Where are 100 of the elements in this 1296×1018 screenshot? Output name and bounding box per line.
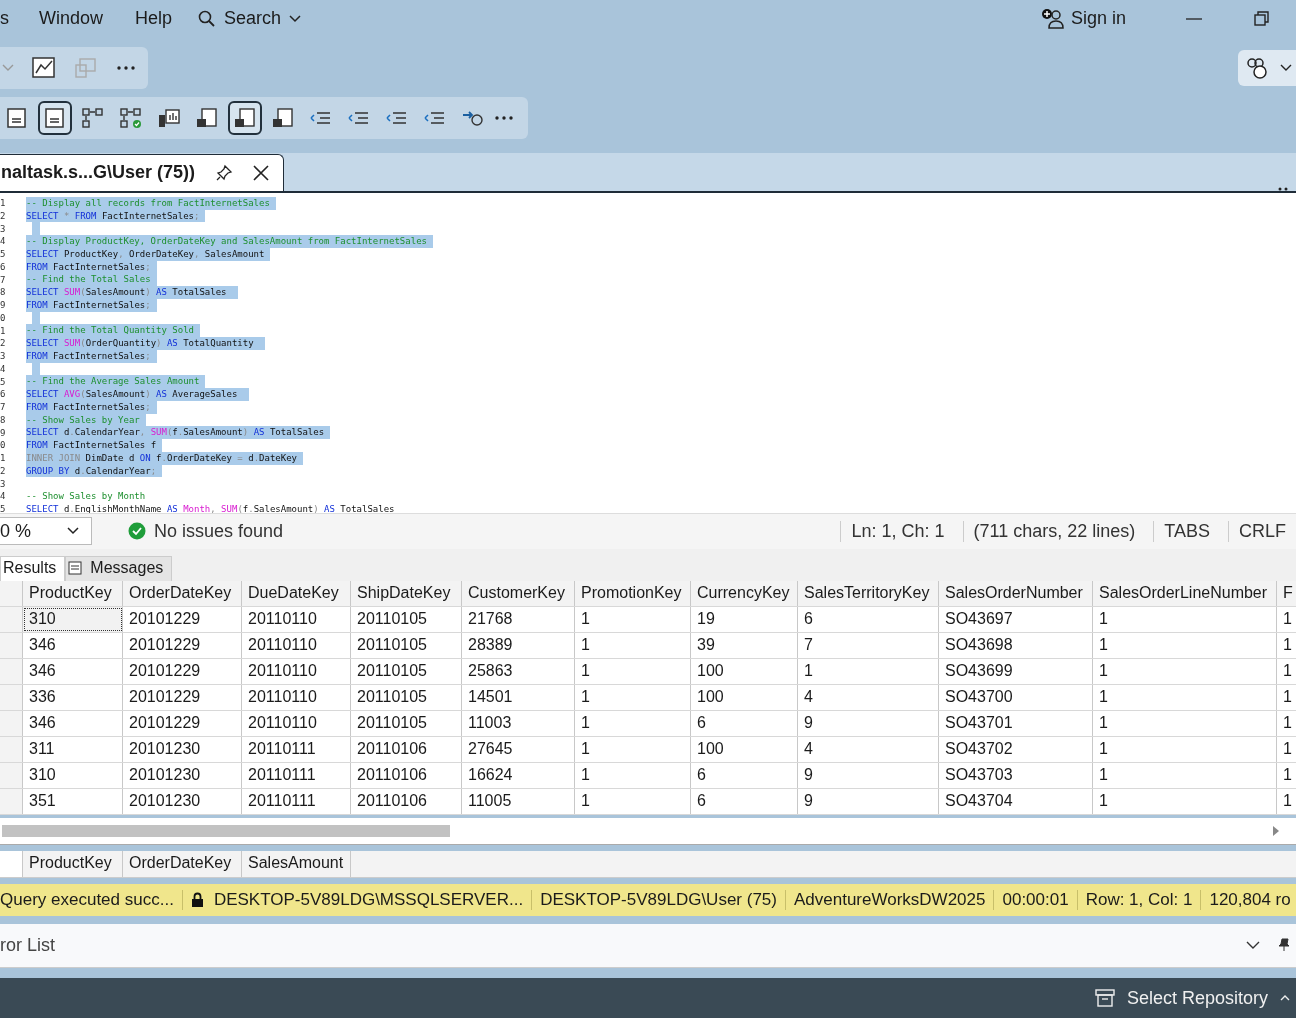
chart-icon[interactable] (32, 56, 56, 79)
table-cell: 20110105 (351, 685, 462, 711)
column-header[interactable]: SalesOrderLineNumber (1093, 581, 1277, 607)
column-header[interactable]: ProductKey (23, 850, 123, 877)
document-tab[interactable]: naltask.s...G\User (75)) (0, 153, 285, 191)
chart-icon (157, 107, 181, 130)
menu-item[interactable]: s (0, 8, 19, 30)
more-icon[interactable] (494, 115, 514, 122)
table-cell: 20110110 (242, 607, 351, 633)
table-cell: 1 (1277, 607, 1296, 633)
table-cell: 336 (23, 685, 123, 711)
column-header[interactable]: ProductKey (23, 581, 123, 607)
table-cell: 310 (23, 763, 123, 789)
table-cell: 20101230 (123, 789, 242, 815)
table-cell: 16624 (462, 763, 575, 789)
file-result-icon (271, 107, 295, 130)
table-cell: 6 (691, 763, 798, 789)
scrollbar-thumb[interactable] (2, 825, 450, 838)
table-cell: 20110106 (351, 763, 462, 789)
connect-check-icon (119, 107, 143, 130)
table-cell: 1 (575, 737, 691, 763)
column-header[interactable]: CustomerKey (462, 581, 575, 607)
chevron-icon (289, 14, 302, 23)
code-line: -- Show Sales by Month (26, 490, 147, 503)
zoom-dropdown[interactable]: 0 % (0, 517, 93, 546)
search-button[interactable]: Search (192, 8, 308, 30)
result-tab[interactable]: Messages (65, 556, 173, 582)
sign-in-button[interactable]: Sign in (1034, 6, 1132, 31)
issues-status: No issues found (154, 520, 284, 542)
pin-icon[interactable] (215, 163, 234, 182)
check-circle-icon (128, 522, 147, 541)
table-cell: 28389 (462, 633, 575, 659)
table-cell: 1 (1277, 659, 1296, 685)
table-cell: 100 (691, 659, 798, 685)
line-number: 0 (0, 312, 7, 323)
status-item: DESKTOP-5V89LDG\User (75) (532, 889, 786, 910)
table-cell: 6 (691, 711, 798, 737)
table-cell: 1 (575, 633, 691, 659)
table-cell: 20110110 (242, 633, 351, 659)
chevron-icon[interactable] (1280, 63, 1292, 72)
table-cell: 20101230 (123, 763, 242, 789)
status-item: Query executed succ... (0, 889, 183, 910)
line-number: 4 (0, 491, 7, 502)
column-header[interactable]: CurrencyKey (691, 581, 798, 607)
chevron-icon[interactable] (1246, 941, 1260, 950)
scroll-right-icon[interactable] (1272, 826, 1280, 837)
column-header[interactable]: F (1277, 581, 1296, 607)
line-number: 2 (0, 210, 7, 221)
people-icon[interactable] (1244, 55, 1270, 80)
column-header[interactable]: SalesTerritoryKey (798, 581, 939, 607)
table-cell: 1 (1093, 659, 1277, 685)
column-header[interactable]: SalesOrderNumber (939, 581, 1093, 607)
table-cell: 1 (1093, 737, 1277, 763)
table-cell: 20101229 (123, 685, 242, 711)
restore-icon[interactable] (1253, 9, 1271, 28)
more-icon[interactable] (1278, 186, 1288, 191)
column-header[interactable]: OrderDateKey (123, 581, 242, 607)
table-cell: 20101229 (123, 633, 242, 659)
table-cell: 20101229 (123, 607, 242, 633)
line-number: 5 (0, 504, 7, 513)
table-cell: 346 (23, 659, 123, 685)
table-cell: SO43700 (939, 685, 1093, 711)
table-cell: 20110111 (242, 789, 351, 815)
line-number: 7 (0, 274, 7, 285)
select-repository-button[interactable]: Select Repository (1088, 986, 1296, 1010)
table-cell: 1 (1093, 607, 1277, 633)
table-cell: 20110105 (351, 607, 462, 633)
result-tab[interactable]: Results (0, 556, 66, 582)
table-cell: 351 (23, 789, 123, 815)
indent-mode[interactable]: TABS (1153, 520, 1220, 542)
line-ending[interactable]: CRLF (1228, 520, 1296, 542)
menu-item[interactable]: Help (123, 8, 185, 30)
table-cell: 6 (691, 789, 798, 815)
table-cell: 1 (798, 659, 939, 685)
table-cell: SO43702 (939, 737, 1093, 763)
toolbar-button[interactable] (38, 101, 72, 136)
table-cell: 1 (1093, 789, 1277, 815)
lock-icon (190, 891, 204, 908)
text-result-icon (195, 107, 219, 130)
column-header[interactable]: SalesAmount (242, 850, 351, 877)
close-icon[interactable] (253, 164, 270, 181)
toolbar-button[interactable] (228, 101, 262, 136)
table-cell: 310 (23, 607, 123, 633)
table-cell: 20110106 (351, 789, 462, 815)
table-cell: 1 (1093, 711, 1277, 737)
column-header[interactable]: PromotionKey (575, 581, 691, 607)
table-cell: 20110105 (351, 633, 462, 659)
line-number: 1 (0, 198, 7, 209)
table-cell: 1 (575, 711, 691, 737)
column-header[interactable]: ShipDateKey (351, 581, 462, 607)
pin-icon[interactable] (1278, 938, 1290, 953)
table-cell: 21768 (462, 607, 575, 633)
table-cell: 1 (1277, 685, 1296, 711)
line-number: 3 (0, 223, 7, 234)
line-number: 9 (0, 300, 7, 311)
column-header[interactable]: DueDateKey (242, 581, 351, 607)
menu-item[interactable]: Window (27, 8, 116, 30)
column-header[interactable]: OrderDateKey (123, 850, 242, 877)
table-cell: 20101230 (123, 737, 242, 763)
more-icon[interactable] (116, 64, 136, 71)
